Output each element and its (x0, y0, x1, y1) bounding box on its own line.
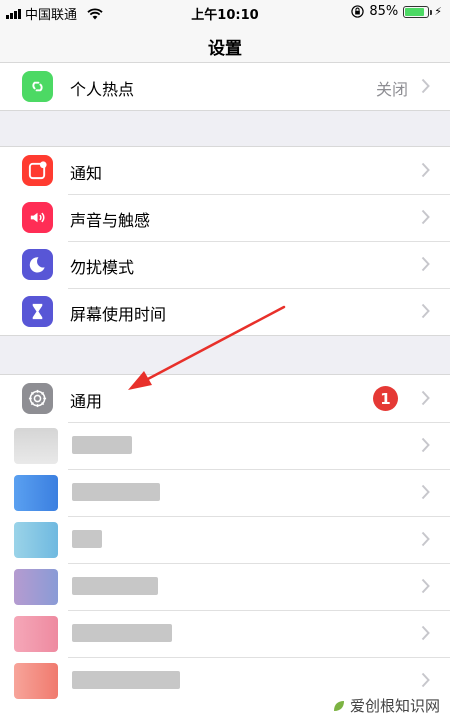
blurred-icon (14, 569, 58, 605)
blurred-label (72, 436, 132, 454)
chevron-right-icon (421, 162, 430, 178)
settings-row-label: 屏幕使用时间 (70, 305, 167, 324)
status-right: 85% ⚡ (351, 4, 442, 19)
battery-icon (403, 5, 433, 18)
settings-row-sounds[interactable]: 声音与触感 (0, 194, 450, 241)
settings-row-blurred[interactable] (0, 516, 450, 563)
chevron-right-icon (421, 437, 430, 453)
blurred-icon (14, 663, 58, 699)
settings-row-general[interactable]: 通用 1 (0, 375, 450, 422)
settings-row-value: 关闭 (375, 80, 408, 99)
settings-row-notifications[interactable]: 通知 (0, 147, 450, 194)
orientation-lock-icon (351, 5, 365, 18)
battery-percent: 85% (369, 4, 399, 19)
blurred-icon (14, 475, 58, 511)
gear-icon (22, 383, 53, 414)
settings-group-notifications: 通知 声音与触感 勿扰模式 屏幕使用时间 (0, 146, 450, 336)
notification-icon (22, 155, 53, 186)
watermark-text: 爱创根知识网 (349, 697, 440, 715)
chevron-right-icon (421, 303, 430, 319)
settings-row-label: 通知 (70, 164, 103, 183)
blurred-icon (14, 522, 58, 558)
charging-icon: ⚡ (434, 5, 442, 18)
battery-fill (405, 7, 424, 16)
chevron-right-icon (421, 531, 430, 547)
chevron-right-icon (421, 484, 430, 500)
settings-row-blurred[interactable] (0, 563, 450, 610)
settings-row-label: 个人热点 (70, 80, 135, 99)
blurred-label (72, 483, 160, 501)
chevron-right-icon (421, 672, 430, 688)
blurred-label (72, 577, 158, 595)
settings-row-label: 通用 (70, 392, 103, 411)
chevron-right-icon (421, 390, 430, 406)
leaf-icon (333, 700, 344, 711)
settings-row-screen-time[interactable]: 屏幕使用时间 (0, 288, 450, 335)
settings-row-blurred[interactable] (0, 422, 450, 469)
settings-group-general: 通用 1 (0, 374, 450, 720)
settings-group-hotspot: 个人热点 关闭 (0, 62, 450, 111)
moon-icon (22, 249, 53, 280)
blurred-label (72, 671, 180, 689)
speaker-icon (22, 202, 53, 233)
chevron-right-icon (421, 209, 430, 225)
settings-row-do-not-disturb[interactable]: 勿扰模式 (0, 241, 450, 288)
settings-row-label: 勿扰模式 (70, 258, 135, 277)
chevron-right-icon (421, 578, 430, 594)
chevron-right-icon (421, 256, 430, 272)
chevron-right-icon (421, 625, 430, 641)
blurred-label (72, 624, 172, 642)
update-badge: 1 (373, 386, 398, 411)
blurred-label (72, 530, 102, 548)
settings-row-label: 声音与触感 (70, 211, 151, 230)
blurred-icon (14, 428, 58, 464)
settings-row-hotspot[interactable]: 个人热点 关闭 (0, 63, 450, 110)
status-bar: 中国联通 上午10:10 85% ⚡ (0, 0, 450, 24)
settings-row-blurred[interactable] (0, 610, 450, 657)
settings-row-blurred[interactable] (0, 469, 450, 516)
chevron-right-icon (421, 78, 430, 94)
page-title: 设置 (208, 39, 242, 59)
blurred-icon (14, 616, 58, 652)
hourglass-icon (22, 296, 53, 327)
watermark: 爱创根知识网 (332, 695, 440, 716)
hotspot-icon (22, 71, 53, 102)
